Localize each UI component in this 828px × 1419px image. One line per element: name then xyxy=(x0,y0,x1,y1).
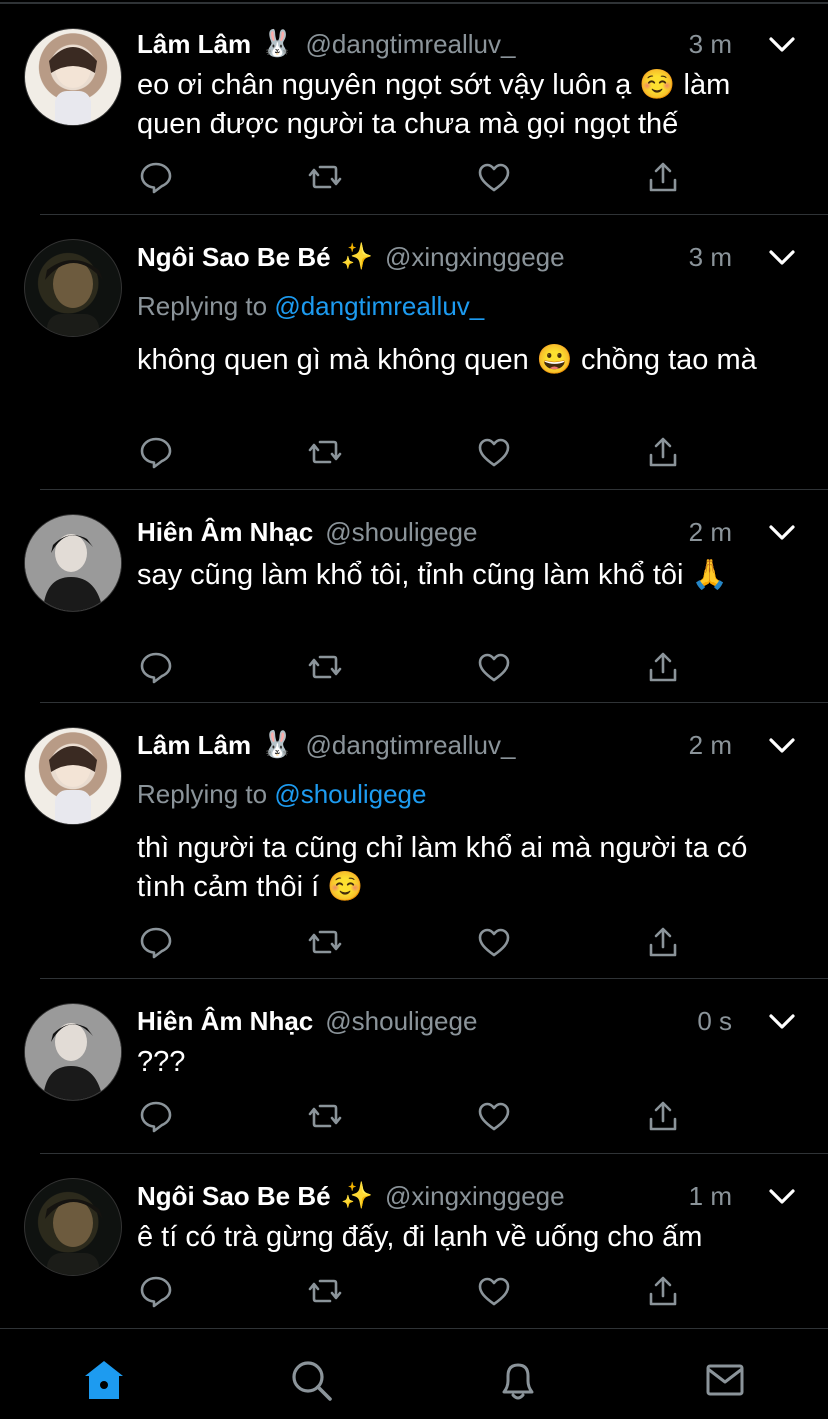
name-emoji: ✨ xyxy=(340,242,373,272)
chevron-down-icon[interactable] xyxy=(768,245,796,269)
display-name[interactable]: Lâm Lâm xyxy=(137,29,251,60)
tweet-header: Lâm Lâm 🐰 @dangtimrealluv_ 2 m xyxy=(137,727,796,763)
avatar[interactable] xyxy=(24,1178,122,1276)
tweet-text: không quen gì mà không quen 😀 chồng tao … xyxy=(137,344,757,376)
share-icon[interactable] xyxy=(644,648,682,686)
tweet-divider xyxy=(40,1153,828,1154)
chevron-down-icon[interactable] xyxy=(768,1184,796,1208)
reply-icon[interactable] xyxy=(137,1272,175,1310)
tweet-text: eo ơi chân nguyên ngọt sớt vậy luôn ạ ☺️… xyxy=(137,69,731,140)
chevron-down-icon[interactable] xyxy=(768,520,796,544)
home-icon[interactable] xyxy=(81,1357,127,1403)
chevron-down-icon[interactable] xyxy=(768,1009,796,1033)
tweet-header: Lâm Lâm 🐰 @dangtimrealluv_ 3 m xyxy=(137,26,796,62)
heart-icon[interactable] xyxy=(475,433,513,471)
tweet-actions xyxy=(137,648,697,688)
reply-icon[interactable] xyxy=(137,648,175,686)
tweet-text: ê tí có trà gừng đấy, đi lạnh về uống ch… xyxy=(137,1221,703,1253)
handle[interactable]: @shouligege xyxy=(325,1006,477,1037)
bottom-tab-bar xyxy=(0,1328,828,1419)
avatar[interactable] xyxy=(24,727,122,825)
timestamp: 1 m xyxy=(688,1180,732,1211)
avatar[interactable] xyxy=(24,514,122,612)
tweet-divider xyxy=(40,978,828,979)
reply-icon[interactable] xyxy=(137,1097,175,1135)
tweet-text: thì người ta cũng chỉ làm khổ ai mà ngườ… xyxy=(137,832,748,903)
handle[interactable]: @dangtimrealluv_ xyxy=(306,730,516,761)
share-icon[interactable] xyxy=(644,923,682,961)
tweet-header: Hiên Âm Nhạc @shouligege 2 m xyxy=(137,514,796,550)
tweet-header: Ngôi Sao Be Bé ✨ @xingxinggege 1 m xyxy=(137,1178,796,1214)
reply-icon[interactable] xyxy=(137,433,175,471)
tweet-header: Hiên Âm Nhạc @shouligege 0 s xyxy=(137,1003,796,1039)
timestamp: 2 m xyxy=(688,516,732,547)
handle[interactable]: @xingxinggege xyxy=(385,1181,565,1212)
replying-to: Replying to @shouligege xyxy=(137,779,426,810)
tweet-actions xyxy=(137,923,697,963)
chevron-down-icon[interactable] xyxy=(768,32,796,56)
retweet-icon[interactable] xyxy=(306,923,344,961)
avatar[interactable] xyxy=(24,239,122,337)
handle[interactable]: @shouligege xyxy=(325,517,477,548)
retweet-icon[interactable] xyxy=(306,433,344,471)
mention-link[interactable]: @dangtimrealluv_ xyxy=(274,291,484,321)
tweet-actions xyxy=(137,433,697,473)
name-emoji: 🐰 xyxy=(261,29,294,59)
tweet-actions xyxy=(137,1272,697,1312)
messages-icon[interactable] xyxy=(702,1357,748,1403)
chevron-down-icon[interactable] xyxy=(768,733,796,757)
tweet-divider xyxy=(40,702,828,703)
timestamp: 2 m xyxy=(688,729,732,760)
retweet-icon[interactable] xyxy=(306,1097,344,1135)
handle[interactable]: @dangtimrealluv_ xyxy=(306,29,516,60)
top-divider xyxy=(0,2,828,4)
timestamp: 3 m xyxy=(688,28,732,59)
tweet-divider xyxy=(40,489,828,490)
mention-link[interactable]: @shouligege xyxy=(274,779,426,809)
reply-icon[interactable] xyxy=(137,923,175,961)
heart-icon[interactable] xyxy=(475,648,513,686)
search-icon[interactable] xyxy=(288,1357,334,1403)
name-emoji: 🐰 xyxy=(261,730,294,760)
heart-icon[interactable] xyxy=(475,923,513,961)
replying-to-label: Replying to xyxy=(137,291,268,321)
name-emoji: ✨ xyxy=(340,1181,373,1211)
avatar[interactable] xyxy=(24,28,122,126)
avatar[interactable] xyxy=(24,1003,122,1101)
retweet-icon[interactable] xyxy=(306,648,344,686)
share-icon[interactable] xyxy=(644,1097,682,1135)
tweet-divider xyxy=(40,214,828,215)
timestamp: 3 m xyxy=(688,241,732,272)
tweet-text: ??? xyxy=(137,1046,186,1078)
heart-icon[interactable] xyxy=(475,158,513,196)
notifications-icon[interactable] xyxy=(495,1357,541,1403)
display-name[interactable]: Ngôi Sao Be Bé xyxy=(137,1181,331,1212)
retweet-icon[interactable] xyxy=(306,1272,344,1310)
tweet-header: Ngôi Sao Be Bé ✨ @xingxinggege 3 m xyxy=(137,239,796,275)
share-icon[interactable] xyxy=(644,1272,682,1310)
tweet-actions xyxy=(137,158,697,198)
handle[interactable]: @xingxinggege xyxy=(385,242,565,273)
display-name[interactable]: Hiên Âm Nhạc xyxy=(137,517,313,548)
replying-to: Replying to @dangtimrealluv_ xyxy=(137,291,484,322)
share-icon[interactable] xyxy=(644,433,682,471)
share-icon[interactable] xyxy=(644,158,682,196)
tweet-text: say cũng làm khổ tôi, tỉnh cũng làm khổ … xyxy=(137,559,728,591)
heart-icon[interactable] xyxy=(475,1272,513,1310)
display-name[interactable]: Hiên Âm Nhạc xyxy=(137,1006,313,1037)
retweet-icon[interactable] xyxy=(306,158,344,196)
display-name[interactable]: Ngôi Sao Be Bé xyxy=(137,242,331,273)
reply-icon[interactable] xyxy=(137,158,175,196)
timestamp: 0 s xyxy=(697,1005,732,1036)
replying-to-label: Replying to xyxy=(137,779,268,809)
heart-icon[interactable] xyxy=(475,1097,513,1135)
display-name[interactable]: Lâm Lâm xyxy=(137,730,251,761)
tweet-actions xyxy=(137,1097,697,1137)
